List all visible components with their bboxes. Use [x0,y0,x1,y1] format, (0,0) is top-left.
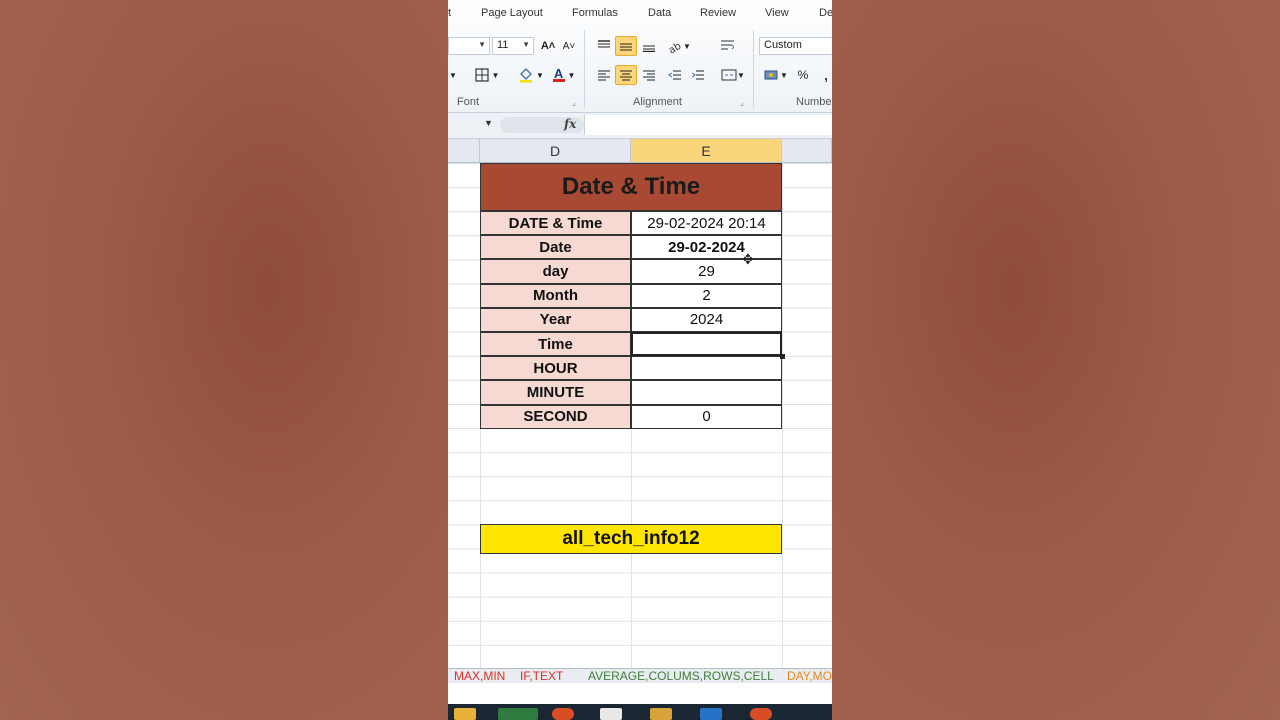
decrease-indent-icon[interactable] [664,65,686,85]
column-header-d[interactable]: D [480,139,631,163]
gridline [782,163,783,668]
name-box-dropdown-icon[interactable]: ▼ [484,118,493,128]
number-group-label: Numbe [796,96,832,108]
fill-color-icon[interactable]: ▼ [516,66,546,84]
sheet-tab-day-month[interactable]: DAY,MO [781,669,832,683]
app-taskbar-icon[interactable] [600,708,622,720]
sheet-tab-average-colums-rows-cell[interactable]: AVERAGE,COLUMS,ROWS,CELL [582,669,780,683]
app-taskbar-icon[interactable] [650,708,672,720]
formula-input[interactable] [584,115,832,135]
number-format-combo[interactable]: Custom [759,37,832,55]
align-left-icon[interactable] [593,65,615,85]
label-cell-time[interactable]: Time [480,332,631,357]
excel-taskbar-icon[interactable] [498,708,538,720]
comma-glyph: , [824,67,828,83]
alignment-group-label: Alignment [633,96,682,108]
sheet-tab-if-text[interactable]: IF,TEXT [514,669,569,683]
tab-formulas[interactable]: Formulas [572,7,618,19]
font-color-icon[interactable]: A ▼ [550,66,578,84]
align-right-icon[interactable] [638,65,660,85]
label-cell-date[interactable]: Date [480,235,631,260]
column-header-c-partial[interactable] [448,139,480,163]
tab-review[interactable]: Review [700,7,736,19]
tab-developer-partial[interactable]: De [819,7,832,19]
video-background-right [832,0,1280,720]
channel-watermark-cell: all_tech_info12 [480,524,782,554]
fill-handle[interactable] [780,354,785,359]
tab-insert-partial[interactable]: t [448,7,451,19]
increase-indent-icon[interactable] [687,65,709,85]
chevron-down-icon: ▼ [522,40,530,49]
chevron-down-icon: ▼ [478,40,486,49]
font-name-combo[interactable]: ▼ [448,37,490,55]
shrink-font-glyph: A˅ [562,40,576,52]
comma-style-icon[interactable]: , [820,65,832,85]
label-cell-hour[interactable]: HOUR [480,356,631,381]
group-separator [584,30,585,108]
percent-style-icon[interactable]: % [795,65,811,85]
grow-font-glyph: A˄ [540,40,556,52]
underline-dropdown-icon[interactable]: ▼ [448,66,458,84]
accounting-format-icon[interactable]: ▼ [761,65,791,85]
font-size-value: 11 [497,39,509,51]
label-cell-month[interactable]: Month [480,283,631,308]
excel-window: t Page Layout Formulas Data Review View … [448,0,832,720]
align-bottom-icon[interactable] [638,36,660,56]
value-cell-month[interactable]: 2 [631,283,782,308]
alignment-dialog-launcher-icon[interactable]: ⌟ [740,98,744,107]
move-cursor-icon: ✥ [742,251,754,267]
number-format-value: Custom [764,39,802,51]
font-size-combo[interactable]: 11 ▼ [492,37,534,55]
font-group-label: Font [457,96,480,108]
column-header-f-partial[interactable] [782,139,832,163]
align-middle-icon[interactable] [615,36,637,56]
value-cell-hour[interactable] [631,356,782,381]
svg-text:ab: ab [667,41,683,53]
value-cell-second[interactable]: 0 [631,404,782,429]
label-cell-year[interactable]: Year [480,307,631,332]
value-cell-minute[interactable] [631,380,782,405]
sheet-tabs-bar: MAX,MIN IF,TEXT AVERAGE,COLUMS,ROWS,CELL… [448,668,832,683]
video-background-left [0,0,448,720]
ribbon-tabs: t Page Layout Formulas Data Review View … [448,0,832,26]
app-taskbar-icon[interactable] [552,708,574,720]
label-cell-second[interactable]: SECOND [480,404,631,429]
align-center-icon[interactable] [615,65,637,85]
tab-data[interactable]: Data [648,7,671,19]
borders-icon[interactable]: ▼ [472,66,502,84]
app-taskbar-icon[interactable] [750,708,772,720]
taskbar [448,704,832,720]
value-cell-date[interactable]: 29-02-2024 [631,235,782,260]
label-cell-minute[interactable]: MINUTE [480,380,631,405]
value-cell-time-selected[interactable] [631,332,782,357]
shrink-font-icon[interactable]: A˅ [560,37,578,55]
orientation-icon[interactable]: ab ▼ [666,36,692,56]
wrap-text-icon[interactable] [716,36,740,56]
label-cell-date-time[interactable]: DATE & Time [480,211,631,236]
column-header-e[interactable]: E [631,139,782,163]
grow-font-icon[interactable]: A˄ [539,37,557,55]
percent-glyph: % [797,68,809,82]
tab-view[interactable]: View [765,7,789,19]
ribbon: t Page Layout Formulas Data Review View … [448,0,832,113]
align-top-icon[interactable] [593,36,615,56]
label-cell-day[interactable]: day [480,259,631,284]
insert-function-icon[interactable]: fx [564,117,576,131]
app-taskbar-icon[interactable] [700,708,722,720]
value-cell-date-time[interactable]: 29-02-2024 20:14 [631,211,782,236]
font-dialog-launcher-icon[interactable]: ⌟ [572,98,576,107]
formula-bar: ▼ fx [448,113,832,139]
value-cell-year[interactable]: 2024 [631,307,782,332]
file-explorer-icon[interactable] [454,708,476,720]
group-separator [753,30,754,108]
table-title-cell[interactable]: Date & Time [480,163,782,211]
merge-center-icon[interactable]: ▼ [718,65,748,85]
value-cell-day[interactable]: 29 [631,259,782,284]
sheet-tab-max-min[interactable]: MAX,MIN [448,669,511,683]
tab-page-layout[interactable]: Page Layout [481,7,543,19]
